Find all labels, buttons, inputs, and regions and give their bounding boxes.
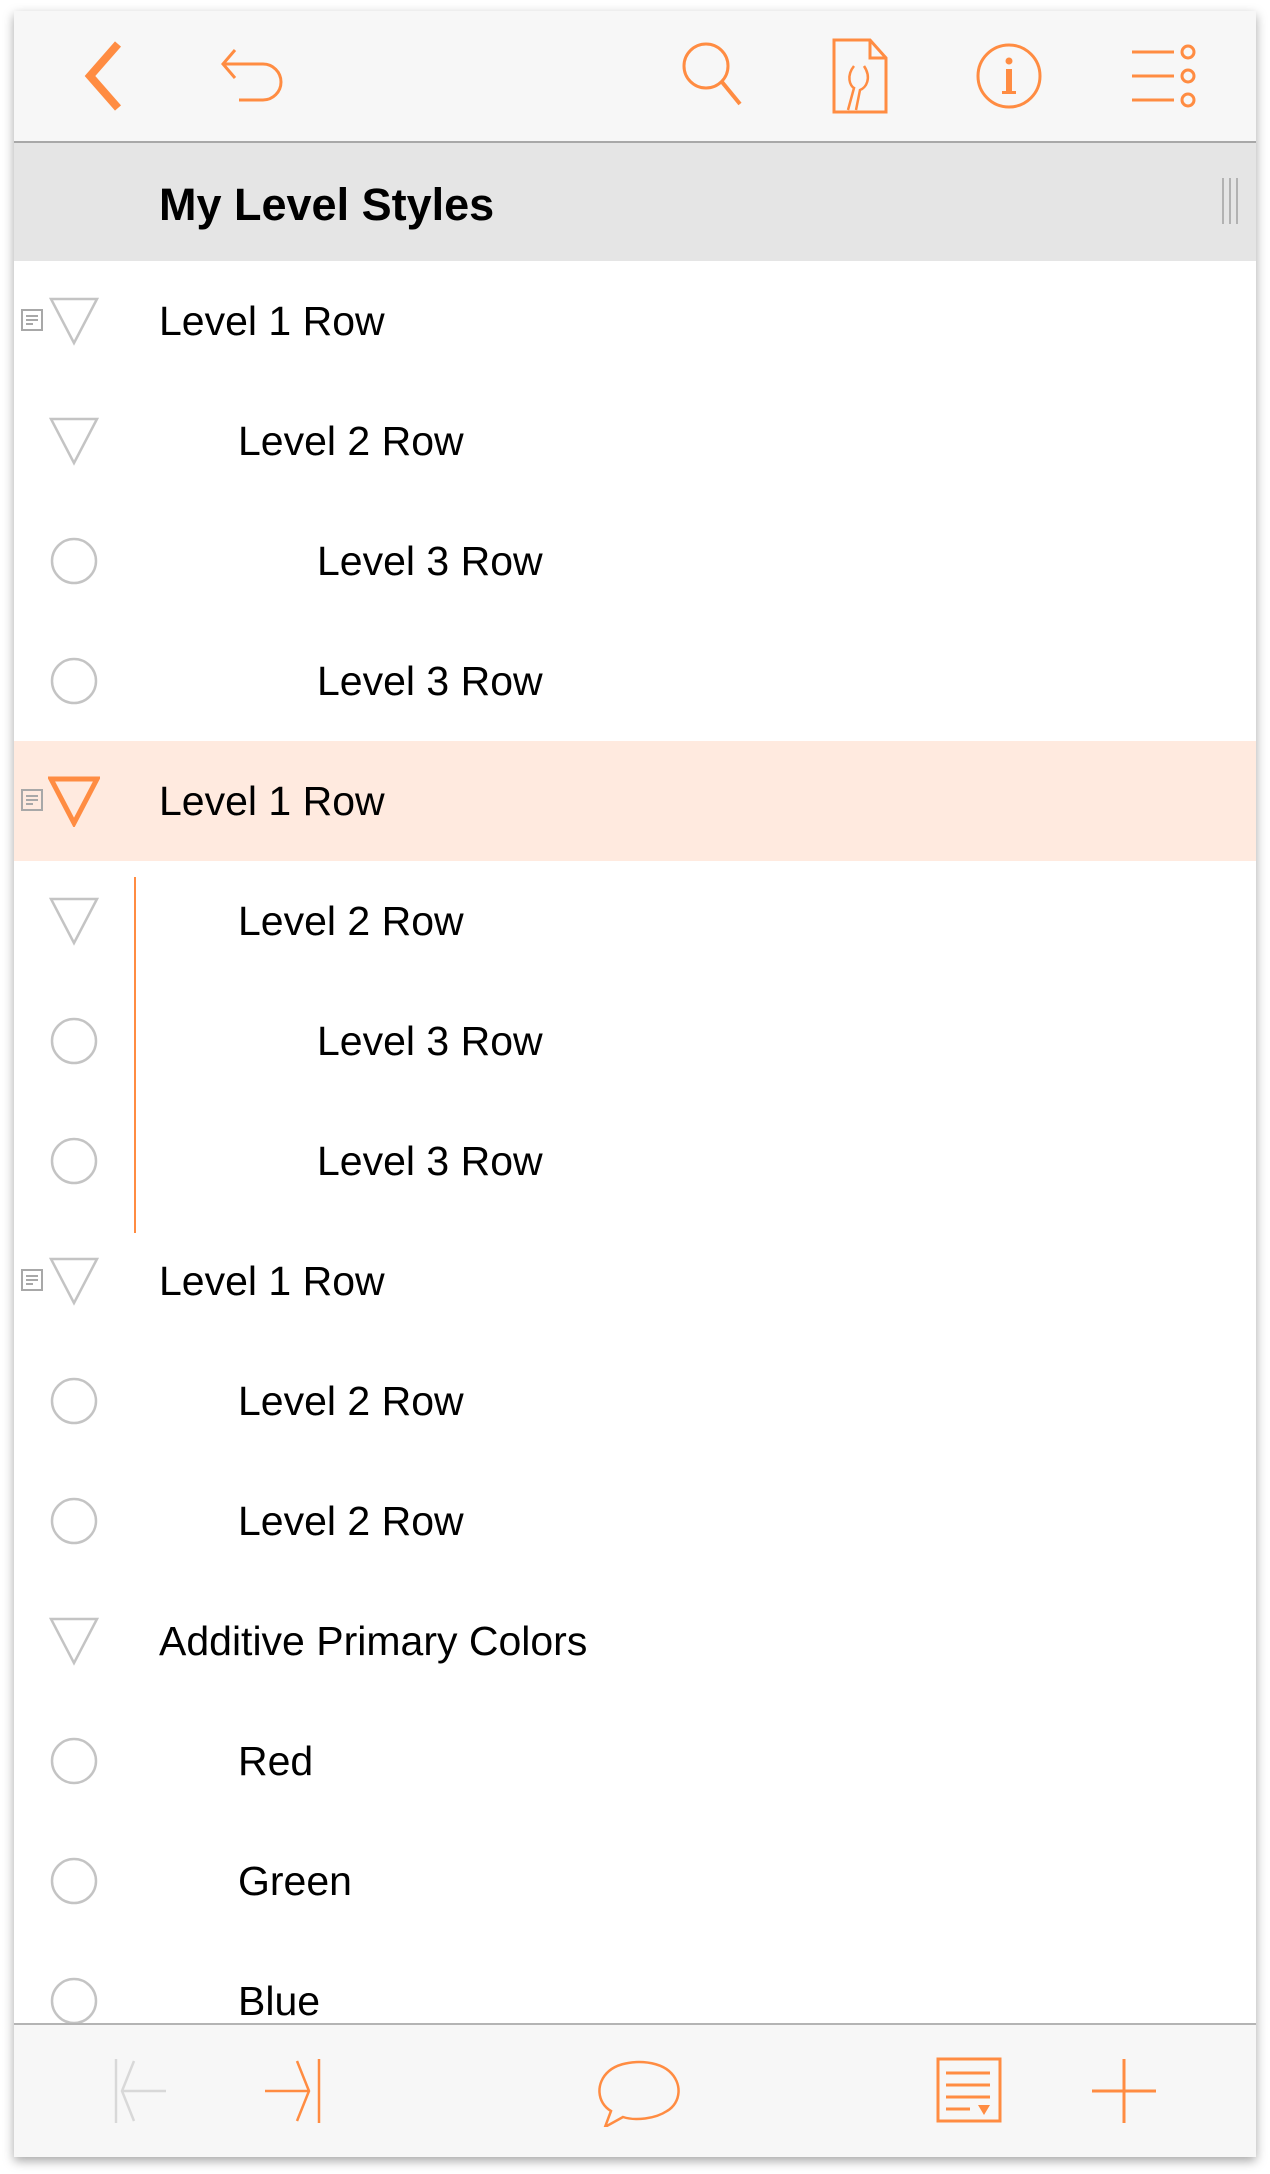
outline-row[interactable]: Green xyxy=(14,1821,1256,1941)
document-wrench-icon xyxy=(832,38,888,114)
row-text[interactable]: Level 1 Row xyxy=(159,1258,385,1305)
disclosure-triangle-icon[interactable] xyxy=(48,1615,100,1667)
indent-button[interactable] xyxy=(259,2055,329,2127)
row-text[interactable]: Blue xyxy=(238,1978,320,2025)
outline-rows: Level 1 Row Level 2 Row Level 3 Row Level 3… xyxy=(14,261,1256,2061)
undo-button[interactable] xyxy=(209,36,289,116)
view-options-button[interactable] xyxy=(1124,36,1204,116)
search-button[interactable] xyxy=(674,36,754,116)
list-options-icon xyxy=(1132,44,1196,108)
row-text[interactable]: Level 2 Row xyxy=(238,1378,464,1425)
row-text[interactable]: Level 1 Row xyxy=(159,778,385,825)
outdent-icon xyxy=(114,2059,166,2123)
row-text[interactable]: Level 3 Row xyxy=(317,658,543,705)
outline-row[interactable]: Red xyxy=(14,1701,1256,1821)
row-handle-circle-icon[interactable] xyxy=(48,1495,100,1547)
outline-row[interactable]: Additive Primary Colors xyxy=(14,1581,1256,1701)
add-row-icon xyxy=(1092,2059,1156,2123)
row-text[interactable]: Level 2 Row xyxy=(238,418,464,465)
outline-row[interactable]: Level 3 Row xyxy=(14,981,1256,1101)
outline-row[interactable]: Level 2 Row xyxy=(14,861,1256,981)
note-indicator-icon[interactable] xyxy=(20,1267,46,1293)
column-resize-handle[interactable] xyxy=(1220,178,1242,224)
row-text[interactable]: Level 3 Row xyxy=(317,1018,543,1065)
bottom-toolbar xyxy=(14,2023,1256,2157)
undo-icon xyxy=(221,49,283,102)
row-handle-circle-icon[interactable] xyxy=(48,1735,100,1787)
page-title: My Level Styles xyxy=(159,179,495,230)
row-text[interactable]: Level 2 Row xyxy=(238,1498,464,1545)
comment-button[interactable] xyxy=(589,2055,689,2130)
app-window: My Level Styles Level 1 Row Level 2 Row Le… xyxy=(14,11,1256,2157)
row-handle-circle-icon[interactable] xyxy=(48,655,100,707)
row-text[interactable]: Level 3 Row xyxy=(317,1138,543,1185)
note-icon xyxy=(936,2057,1002,2123)
outline-row[interactable]: Level 1 Row xyxy=(14,1221,1256,1341)
row-handle-circle-icon[interactable] xyxy=(48,535,100,587)
row-handle-circle-icon[interactable] xyxy=(48,1375,100,1427)
note-button[interactable] xyxy=(934,2055,1004,2127)
row-text[interactable]: Additive Primary Colors xyxy=(159,1618,587,1665)
row-handle-circle-icon[interactable] xyxy=(48,1975,100,2027)
row-text[interactable]: Level 2 Row xyxy=(238,898,464,945)
outdent-button[interactable] xyxy=(104,2055,174,2127)
outline-row[interactable]: Level 2 Row xyxy=(14,381,1256,501)
back-button[interactable] xyxy=(64,36,144,116)
disclosure-triangle-icon[interactable] xyxy=(48,775,100,827)
disclosure-triangle-icon[interactable] xyxy=(48,415,100,467)
outline-row[interactable]: Level 1 Row xyxy=(14,741,1256,861)
disclosure-triangle-icon[interactable] xyxy=(48,1255,100,1307)
add-row-button[interactable] xyxy=(1089,2055,1159,2127)
outline-row[interactable]: Level 3 Row xyxy=(14,1101,1256,1221)
row-text[interactable]: Level 3 Row xyxy=(317,538,543,585)
row-handle-circle-icon[interactable] xyxy=(48,1855,100,1907)
indent-icon xyxy=(265,2059,321,2123)
search-icon xyxy=(682,42,742,106)
outline-header: My Level Styles xyxy=(14,143,1256,261)
note-indicator-icon[interactable] xyxy=(20,787,46,813)
row-handle-circle-icon[interactable] xyxy=(48,1135,100,1187)
disclosure-triangle-icon[interactable] xyxy=(48,895,100,947)
info-icon xyxy=(976,43,1042,109)
outline-row[interactable]: Level 3 Row xyxy=(14,621,1256,741)
row-handle-circle-icon[interactable] xyxy=(48,1015,100,1067)
selection-level-indicator xyxy=(134,877,136,1233)
row-text[interactable]: Red xyxy=(238,1738,313,1785)
comment-icon xyxy=(598,2060,680,2130)
outline-row[interactable]: Level 2 Row xyxy=(14,1341,1256,1461)
row-text[interactable]: Green xyxy=(238,1858,352,1905)
info-button[interactable] xyxy=(969,36,1049,116)
row-text[interactable]: Level 1 Row xyxy=(159,298,385,345)
top-toolbar xyxy=(14,11,1256,143)
outline-row[interactable]: Level 3 Row xyxy=(14,501,1256,621)
note-indicator-icon[interactable] xyxy=(20,307,46,333)
outline-row[interactable]: Level 2 Row xyxy=(14,1461,1256,1581)
disclosure-triangle-icon[interactable] xyxy=(48,295,100,347)
back-chevron-icon xyxy=(84,41,122,111)
outline-row[interactable]: Level 1 Row xyxy=(14,261,1256,381)
document-tools-button[interactable] xyxy=(820,36,900,116)
